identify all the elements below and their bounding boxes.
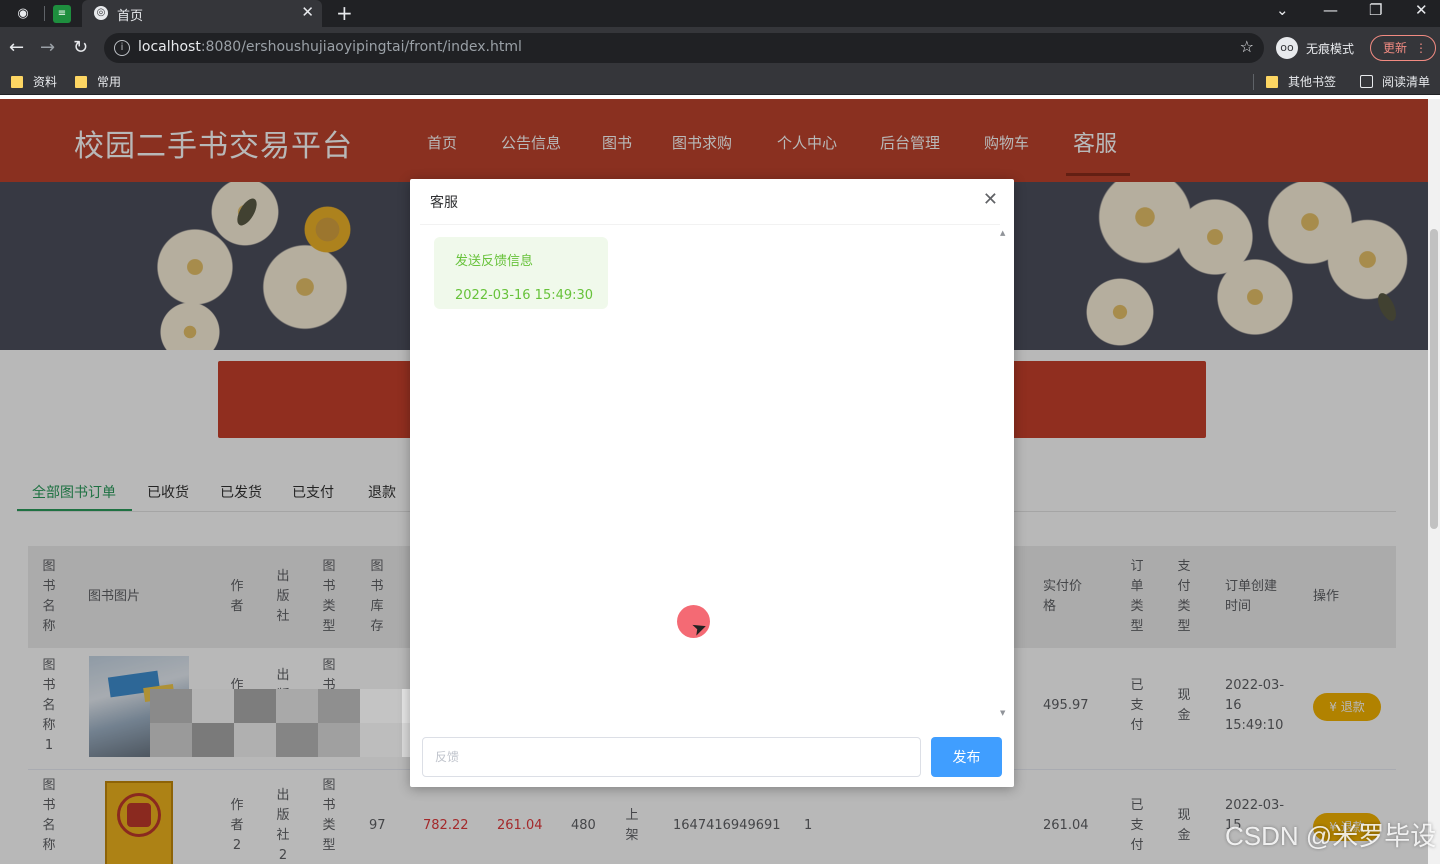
tab-divider	[44, 6, 45, 21]
page-scrollbar[interactable]	[1428, 99, 1440, 864]
bookmark-star-icon[interactable]: ☆	[1240, 37, 1254, 56]
tab-title: 首页	[117, 9, 144, 24]
chat-messages[interactable]: 发送反馈信息 2022-03-16 15:49:30	[420, 224, 1000, 719]
update-button[interactable]: 更新 ⋮	[1370, 35, 1436, 61]
reading-list[interactable]: 阅读清单	[1360, 74, 1430, 90]
watermark: CSDN @米罗毕设	[1225, 821, 1437, 851]
chat-message-bubble: 发送反馈信息 2022-03-16 15:49:30	[434, 237, 608, 309]
chat-message-time: 2022-03-16 15:49:30	[455, 288, 594, 303]
globe-icon: ◎	[94, 6, 108, 20]
chat-scrollbar[interactable]: ▲ ▼	[1000, 229, 1006, 719]
publish-button[interactable]: 发布	[931, 737, 1002, 777]
feedback-input[interactable]	[422, 737, 921, 777]
scroll-down-icon[interactable]: ▼	[1000, 709, 1005, 717]
bookmarks-bar: 资料 常用 其他书签 阅读清单	[0, 69, 1440, 95]
folder-icon	[11, 76, 23, 88]
chevron-down-icon[interactable]: ⌄	[1276, 1, 1289, 19]
scrollbar-thumb[interactable]	[1430, 229, 1438, 529]
info-icon[interactable]: i	[114, 40, 130, 56]
browser-tab-strip: ◉ ≡ ◎ 首页 ✕ + ⌄ — ❐ ✕	[0, 0, 1440, 27]
incognito-icon[interactable]: oo	[1276, 37, 1298, 59]
app-icon[interactable]: ≡	[53, 5, 71, 23]
folder-icon	[75, 76, 87, 88]
bookmark-folder[interactable]: 常用	[75, 74, 121, 90]
address-bar: ← → ↻ i localhost:8080/ershoushujiaoyipi…	[0, 27, 1440, 69]
new-tab-icon[interactable]: +	[336, 1, 353, 25]
back-icon[interactable]: ←	[9, 37, 24, 58]
url-text: localhost:8080/ershoushujiaoyipingtai/fr…	[138, 39, 522, 55]
incognito-label: 无痕模式	[1306, 42, 1355, 56]
more-icon: ⋮	[1415, 41, 1427, 55]
url-field[interactable]: i localhost:8080/ershoushujiaoyipingtai/…	[104, 33, 1264, 63]
bookmark-divider	[1253, 74, 1254, 90]
restore-icon[interactable]: ❐	[1369, 1, 1382, 19]
close-window-icon[interactable]: ✕	[1415, 1, 1428, 19]
scroll-up-icon[interactable]: ▲	[1000, 229, 1005, 237]
browser-tab-active[interactable]: ◎ 首页 ✕	[82, 0, 322, 27]
chat-message-text: 发送反馈信息	[455, 254, 534, 269]
close-icon[interactable]: ✕	[983, 189, 998, 210]
bookmark-folder[interactable]: 资料	[11, 74, 57, 90]
page-content: 校园二手书交易平台 首页 公告信息 图书 图书求购 个人中心 后台管理 购物车 …	[0, 99, 1428, 864]
reload-icon[interactable]: ↻	[73, 37, 88, 58]
minimize-icon[interactable]: —	[1323, 1, 1338, 19]
customer-service-dialog: 客服 ✕ 发送反馈信息 2022-03-16 15:49:30 ▲ ▼ 发布	[410, 179, 1014, 787]
folder-icon	[1266, 76, 1278, 88]
globe-icon[interactable]: ◉	[14, 5, 32, 23]
forward-icon[interactable]: →	[40, 37, 55, 58]
reading-list-icon	[1360, 75, 1373, 88]
update-label: 更新	[1383, 41, 1408, 55]
close-tab-icon[interactable]: ✕	[301, 3, 314, 21]
other-bookmarks[interactable]: 其他书签	[1266, 74, 1336, 90]
dialog-title: 客服	[430, 195, 458, 211]
